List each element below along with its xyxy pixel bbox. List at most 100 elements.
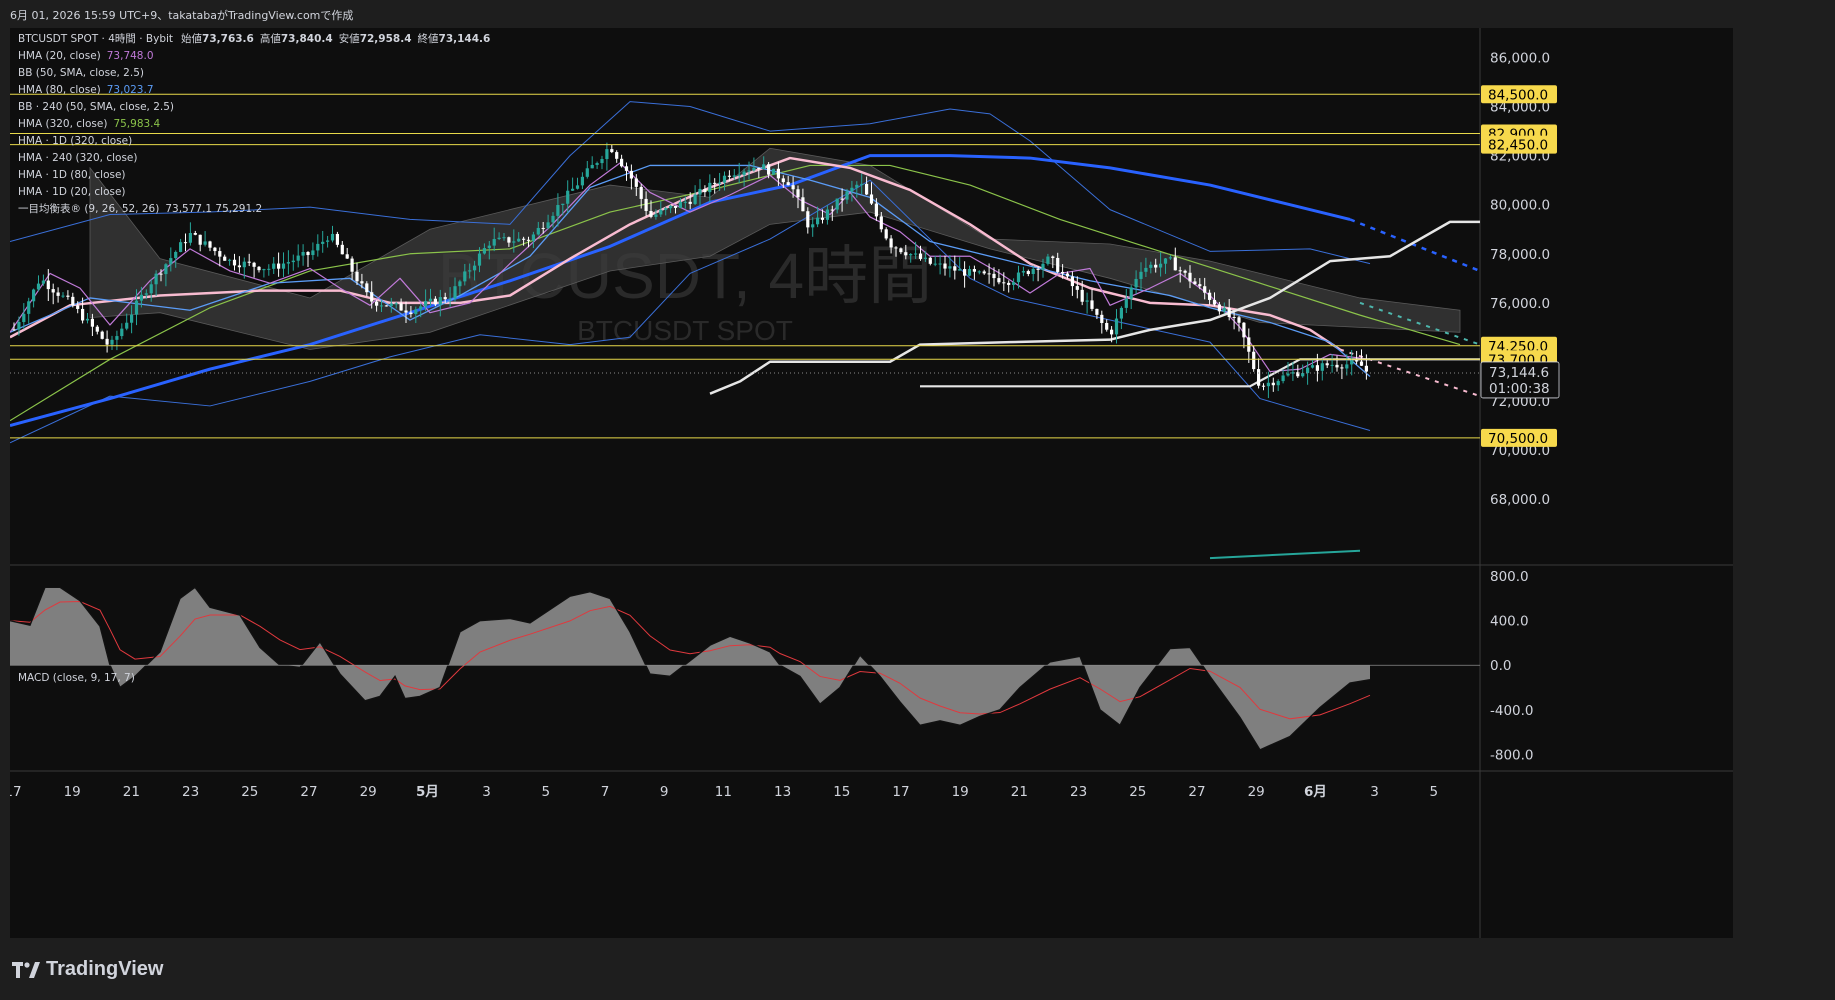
- candle-body: [899, 248, 903, 253]
- candle-body: [894, 247, 898, 249]
- candle-body: [32, 289, 36, 302]
- candle-body: [566, 190, 570, 204]
- candle-body: [1085, 300, 1089, 302]
- candle-body: [228, 259, 232, 261]
- legend-indicator-row: HMA · 1D (20, close): [18, 184, 490, 201]
- candle-body: [967, 269, 972, 276]
- candle-body: [424, 301, 428, 307]
- candle-body: [953, 266, 957, 271]
- candle-body: [174, 251, 178, 259]
- candle-body: [830, 209, 834, 211]
- candle-body: [869, 194, 874, 204]
- time-tick-label: 7: [601, 784, 610, 800]
- time-tick-label: 25: [241, 784, 258, 800]
- indicator-label: 一目均衡表® (9, 26, 52, 26): [18, 203, 160, 215]
- candle-body: [492, 239, 496, 246]
- candle-body: [806, 211, 810, 228]
- indicator-label: HMA (320, close): [18, 118, 108, 130]
- candle-body: [943, 263, 947, 269]
- time-tick-label: 19: [952, 784, 969, 800]
- candle-body: [1178, 270, 1182, 272]
- candle-body: [1306, 367, 1310, 374]
- candle-body: [737, 174, 741, 176]
- time-tick-label: 21: [123, 784, 140, 800]
- indicator-label: BB · 240 (50, SMA, close, 2.5): [18, 101, 175, 113]
- candle-body: [1188, 272, 1192, 282]
- candle-body: [130, 314, 134, 323]
- tradingview-logo-icon: [12, 961, 40, 978]
- candle-body: [267, 268, 271, 270]
- candle-body: [796, 189, 800, 198]
- macd-tick-label: 800.0: [1490, 569, 1529, 585]
- candle-body: [1056, 257, 1060, 272]
- candle-body: [1257, 369, 1261, 386]
- candle-body: [1168, 257, 1172, 259]
- candle-body: [718, 182, 722, 184]
- candle-body: [81, 308, 85, 321]
- candle-body: [22, 313, 26, 323]
- price-legend: BTCUSDT SPOT · 4時間 · Bybit 始値73,763.6 高値73…: [18, 31, 490, 218]
- candle-body: [56, 292, 60, 296]
- indicator-label: HMA · 240 (320, close): [18, 152, 138, 164]
- candle-body: [742, 171, 746, 175]
- candle-body: [242, 261, 246, 268]
- candle-body: [277, 263, 281, 269]
- candle-body: [1208, 292, 1212, 300]
- price-tick-label: 68,000.0: [1490, 492, 1550, 508]
- candle-body: [326, 240, 330, 242]
- candle-body: [610, 149, 614, 153]
- candle-body: [624, 166, 629, 171]
- time-tick-label: 13: [774, 784, 791, 800]
- candle-body: [561, 203, 565, 206]
- candle-body: [1095, 308, 1099, 315]
- time-tick-label: 3: [482, 784, 491, 800]
- candle-body: [825, 209, 829, 220]
- candle-body: [301, 251, 305, 256]
- candle-body: [688, 201, 692, 204]
- candle-body: [1149, 264, 1153, 268]
- candle-body: [247, 261, 251, 263]
- chart-header: 6月 01, 2026 15:59 UTC+9、takatabaがTrading…: [0, 0, 1835, 28]
- candle-body: [669, 205, 673, 209]
- candle-body: [468, 270, 472, 272]
- candle-body: [698, 188, 702, 195]
- candle-body: [71, 296, 75, 306]
- candle-body: [1007, 282, 1011, 285]
- candle-body: [575, 185, 580, 189]
- candle-body: [409, 312, 413, 315]
- candle-body: [360, 281, 364, 284]
- candle-body: [355, 271, 359, 282]
- candle-body: [375, 301, 379, 306]
- candle-body: [404, 310, 408, 313]
- candle-body: [1301, 373, 1305, 377]
- level-label-0: 84,500.0: [1488, 87, 1548, 103]
- candle-body: [237, 265, 241, 268]
- candle-body: [835, 198, 839, 210]
- candle-body: [1016, 272, 1021, 283]
- candle-body: [90, 318, 94, 327]
- candle-body: [914, 253, 918, 255]
- snapshot-caption: 6月 01, 2026 15:59 UTC+9、takatabaがTrading…: [10, 9, 354, 22]
- candle-body: [1286, 373, 1290, 376]
- tradingview-logo[interactable]: TradingView: [12, 958, 163, 981]
- candle-body: [213, 247, 217, 252]
- candle-body: [580, 176, 584, 186]
- candle-body: [1315, 365, 1319, 371]
- candle-body: [272, 263, 276, 269]
- candle-body: [673, 205, 678, 208]
- candle-body: [46, 280, 50, 290]
- candle-body: [909, 254, 913, 256]
- candle-body: [536, 227, 540, 235]
- candle-body: [649, 210, 653, 217]
- price-tick-label: 78,000.0: [1490, 247, 1550, 263]
- candle-body: [262, 269, 266, 271]
- candle-body: [365, 283, 369, 293]
- candle-body: [874, 203, 878, 217]
- candle-body: [394, 303, 398, 305]
- indicator-label: HMA (20, close): [18, 50, 101, 62]
- ohlc-value: 72,958.4: [359, 33, 412, 45]
- candle-body: [384, 305, 388, 307]
- candle-body: [1163, 258, 1168, 264]
- candle-body: [1320, 363, 1324, 371]
- candle-body: [311, 250, 315, 256]
